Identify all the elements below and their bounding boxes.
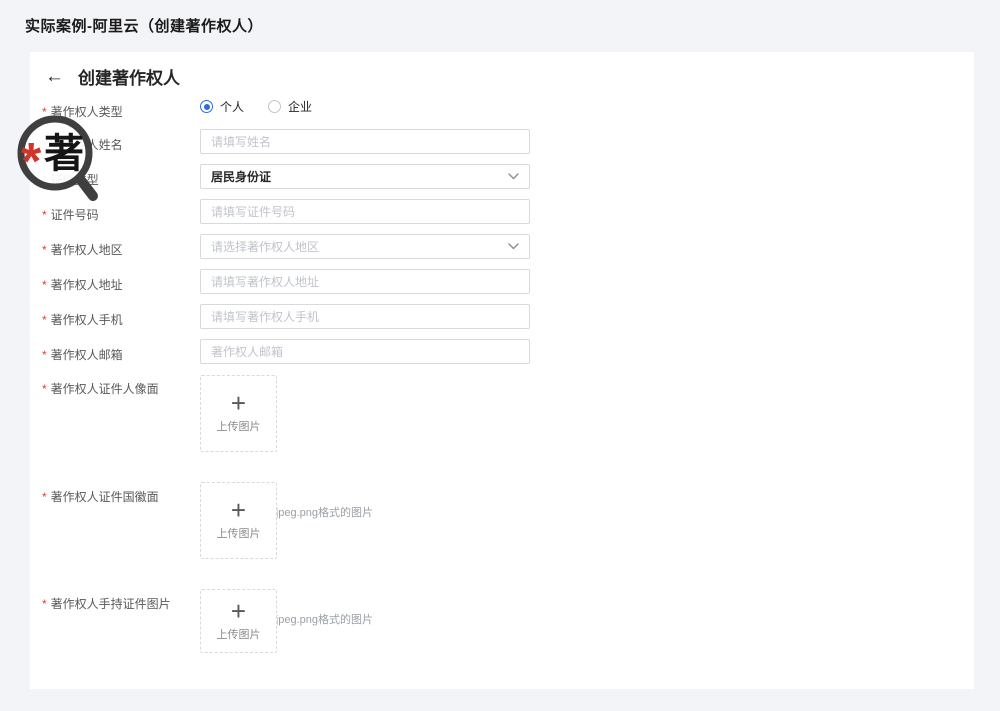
required-marker: * — [42, 138, 47, 152]
cert-type-select[interactable]: 居民身份证 — [200, 164, 530, 189]
back-arrow-icon[interactable]: ← — [45, 67, 64, 86]
card-header: ← 创建著作权人 — [45, 64, 180, 89]
cert-number-input[interactable] — [200, 199, 530, 224]
plus-icon: + — [230, 495, 247, 525]
upload-button-label: 上传图片 — [216, 421, 261, 433]
required-marker: * — [42, 278, 47, 292]
label-cert-type: * 证件类型 — [42, 171, 99, 188]
label-text: 著作权人证件人像面 — [50, 382, 159, 396]
label-region: * 著作权人地区 — [42, 241, 123, 258]
label-text: 著作权人证件国徽面 — [50, 490, 159, 504]
required-marker: * — [42, 243, 47, 257]
label-owner-type: * 著作权人类型 — [42, 103, 123, 120]
plus-icon: + — [230, 595, 247, 626]
required-marker: * — [42, 173, 47, 187]
radio-option-individual[interactable]: 个人 — [200, 98, 244, 115]
label-text: 著作权人姓名 — [50, 138, 123, 152]
upload-button-label: 上传图片 — [216, 528, 261, 540]
label-text: 著作权人类型 — [50, 105, 123, 119]
id-holding-upload-button[interactable]: + 上传图片 — [200, 589, 277, 653]
email-input[interactable] — [200, 339, 530, 364]
required-marker: * — [42, 313, 47, 327]
upload-button-label: 上传图片 — [216, 628, 261, 641]
required-marker: * — [42, 490, 47, 504]
id-front-upload-button[interactable]: + 上传图片 — [200, 375, 277, 452]
chevron-down-icon — [508, 243, 519, 250]
radio-label-individual: 个人 — [220, 100, 245, 114]
label-address: * 著作权人地址 — [42, 276, 123, 293]
required-marker: * — [42, 105, 47, 119]
owner-type-radio-group: 个人 企业 — [200, 98, 312, 115]
required-marker: * — [42, 382, 47, 396]
label-text: 著作权人手机 — [50, 313, 123, 327]
required-marker: * — [42, 208, 47, 222]
card-title: 创建著作权人 — [78, 69, 180, 88]
label-id-front: * 著作权人证件人像面 — [42, 380, 159, 397]
required-marker: * — [42, 597, 47, 611]
chevron-down-icon — [508, 173, 519, 180]
radio-unselected-icon[interactable] — [268, 100, 282, 113]
label-id-back: * 著作权人证件国徽面 — [42, 488, 159, 505]
label-text: 著作权人地区 — [50, 243, 123, 257]
phone-input[interactable] — [200, 304, 530, 329]
page-title: 实际案例-阿里云（创建著作权人） — [25, 18, 263, 35]
region-select[interactable]: 请选择著作权人地区 — [200, 234, 530, 259]
label-text: 著作权人邮箱 — [50, 348, 123, 362]
owner-name-input[interactable] — [200, 129, 530, 154]
label-email: * 著作权人邮箱 — [42, 346, 123, 363]
label-text: 证件类型 — [50, 173, 99, 187]
plus-icon: + — [230, 388, 247, 418]
radio-option-enterprise[interactable]: 企业 — [268, 98, 312, 115]
label-owner-name: * 著作权人姓名 — [42, 136, 123, 153]
label-text: 证件号码 — [50, 208, 99, 222]
label-phone: * 著作权人手机 — [42, 311, 123, 328]
label-cert-number: * 证件号码 — [42, 206, 99, 223]
cert-type-selected-value: 居民身份证 — [211, 170, 272, 184]
page-root: { "page": { "title": "实际案例-阿里云（创建著作权人）" … — [0, 0, 1000, 711]
label-text: 著作权人手持证件图片 — [50, 597, 171, 611]
form-card: ← 创建著作权人 *著作权人类型 个人 企业 *著作权人姓名 *证件类型 居民身… — [30, 52, 974, 689]
label-id-holding: * 著作权人手持证件图片 — [42, 595, 171, 612]
address-input[interactable] — [200, 269, 530, 294]
region-select-placeholder: 请选择著作权人地区 — [211, 240, 320, 254]
id-back-upload-button[interactable]: + 上传图片 — [200, 482, 277, 559]
radio-selected-icon[interactable] — [200, 100, 213, 113]
label-text: 著作权人地址 — [50, 278, 123, 292]
radio-label-enterprise: 企业 — [288, 100, 313, 114]
required-marker: * — [42, 348, 47, 362]
